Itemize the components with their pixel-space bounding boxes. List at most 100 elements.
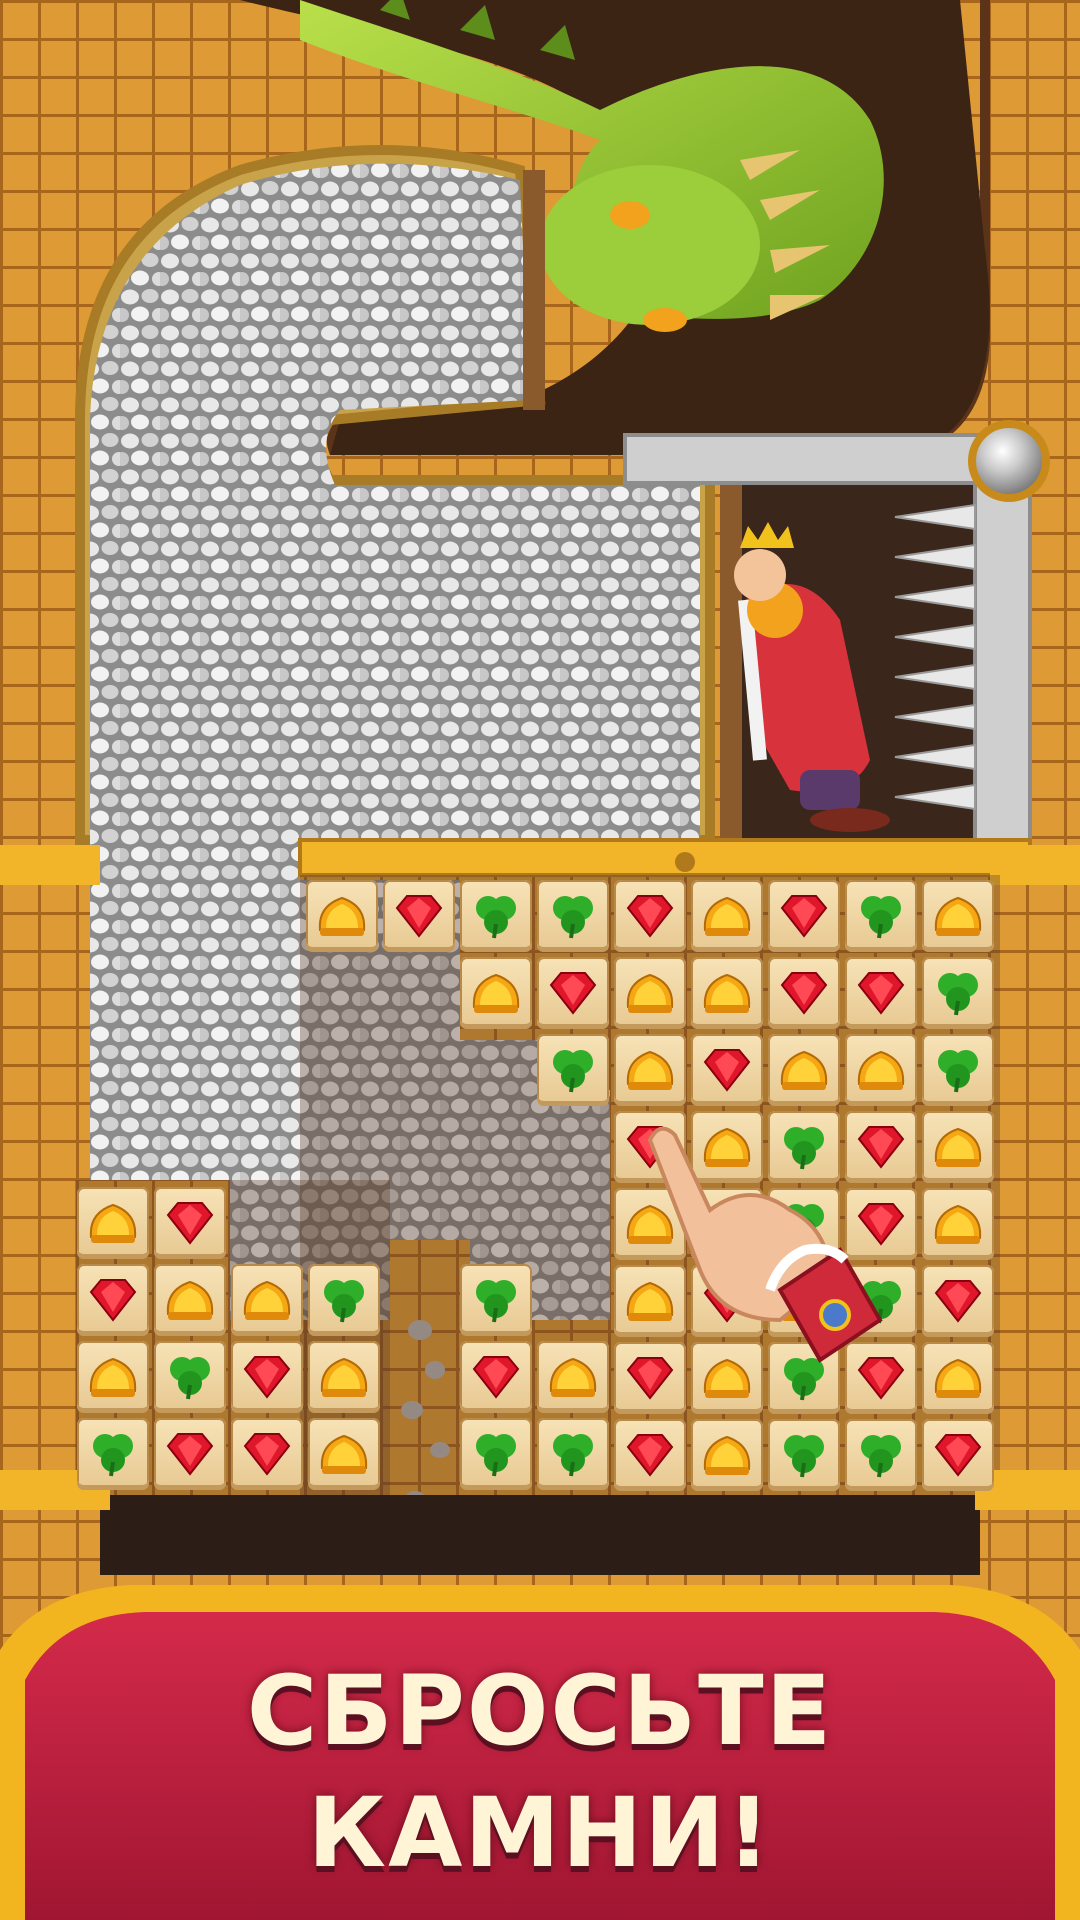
match3-board — [0, 0, 1080, 1920]
board-tile[interactable] — [845, 1034, 917, 1106]
crown-icon — [472, 973, 520, 1013]
middle-board-tile[interactable] — [460, 1341, 532, 1413]
board-tile[interactable] — [691, 880, 763, 952]
left-board-tile[interactable] — [154, 1264, 226, 1336]
clover-icon — [938, 973, 978, 1016]
middle-board-tile[interactable] — [460, 1418, 532, 1490]
ruby-icon — [703, 1049, 751, 1092]
banner-title-line2: КАМНИ! — [307, 1777, 773, 1889]
crown-icon — [934, 1127, 982, 1167]
clover-icon — [784, 1435, 824, 1478]
board-tile[interactable] — [537, 880, 609, 952]
board-tile[interactable] — [922, 957, 994, 1029]
board-tile[interactable] — [460, 880, 532, 952]
crown-icon — [857, 1050, 905, 1090]
board-tile[interactable] — [614, 957, 686, 1029]
ruby-icon — [934, 1280, 982, 1323]
clover-icon — [93, 1434, 133, 1477]
crown-icon — [89, 1203, 137, 1243]
left-board-tile[interactable] — [154, 1341, 226, 1413]
board-tile[interactable] — [768, 957, 840, 1029]
board-tile[interactable] — [922, 1188, 994, 1260]
crown-icon — [243, 1280, 291, 1320]
board-tile[interactable] — [768, 880, 840, 952]
game-scene: СБРОСЬТЕ КАМНИ! — [0, 0, 1080, 1920]
left-board-tile[interactable] — [308, 1264, 380, 1336]
board-tile[interactable] — [460, 957, 532, 1029]
board-tile[interactable] — [922, 1265, 994, 1337]
banner-title-line1: СБРОСЬТЕ — [246, 1655, 834, 1767]
crown-icon — [626, 973, 674, 1013]
board-tile[interactable] — [614, 880, 686, 952]
clover-icon — [476, 1434, 516, 1477]
board-tile[interactable] — [306, 880, 378, 952]
board-tile[interactable] — [768, 1419, 840, 1491]
clover-icon — [553, 1434, 593, 1477]
left-board-tile[interactable] — [77, 1418, 149, 1490]
board-tile[interactable] — [691, 1034, 763, 1106]
left-board-tile[interactable] — [231, 1418, 303, 1490]
ruby-icon — [395, 895, 443, 938]
clover-icon — [476, 1280, 516, 1323]
left-board-tile[interactable] — [231, 1341, 303, 1413]
crown-icon — [780, 1050, 828, 1090]
crown-icon — [703, 1435, 751, 1475]
clover-icon — [861, 896, 901, 939]
middle-board-tile[interactable] — [460, 1264, 532, 1336]
board-tile[interactable] — [845, 1419, 917, 1491]
crown-icon — [934, 1358, 982, 1398]
board-tile[interactable] — [691, 957, 763, 1029]
board-tile[interactable] — [922, 1419, 994, 1491]
ruby-icon — [934, 1434, 982, 1477]
crown-icon — [320, 1434, 368, 1474]
ruby-icon — [166, 1433, 214, 1476]
ruby-icon — [549, 972, 597, 1015]
crown-icon — [166, 1280, 214, 1320]
board-tile[interactable] — [922, 1342, 994, 1414]
clover-icon — [476, 896, 516, 939]
ruby-icon — [626, 1434, 674, 1477]
crown-icon — [934, 896, 982, 936]
left-board-tile[interactable] — [154, 1187, 226, 1259]
clover-icon — [861, 1435, 901, 1478]
middle-board-tile[interactable] — [537, 1418, 609, 1490]
ruby-icon — [780, 972, 828, 1015]
board-tile[interactable] — [537, 1034, 609, 1106]
crown-icon — [320, 1357, 368, 1397]
board-tile[interactable] — [383, 880, 455, 952]
crown-icon — [703, 896, 751, 936]
left-board-tile[interactable] — [77, 1341, 149, 1413]
board-tile[interactable] — [537, 957, 609, 1029]
ruby-icon — [89, 1279, 137, 1322]
board-tile[interactable] — [845, 957, 917, 1029]
left-board-tile[interactable] — [231, 1264, 303, 1336]
ruby-icon — [243, 1356, 291, 1399]
board-tile[interactable] — [922, 1111, 994, 1183]
clover-icon — [324, 1280, 364, 1323]
board-tile[interactable] — [614, 1419, 686, 1491]
middle-board-tile[interactable] — [537, 1341, 609, 1413]
left-board-tile[interactable] — [308, 1418, 380, 1490]
left-board-tile[interactable] — [77, 1264, 149, 1336]
board-tile[interactable] — [691, 1419, 763, 1491]
left-board-tile[interactable] — [77, 1187, 149, 1259]
ruby-icon — [857, 972, 905, 1015]
left-board-tile[interactable] — [308, 1341, 380, 1413]
ruby-icon — [166, 1202, 214, 1245]
ruby-icon — [780, 895, 828, 938]
left-board-tile[interactable] — [154, 1418, 226, 1490]
board-tile[interactable] — [922, 880, 994, 952]
board-tile[interactable] — [768, 1034, 840, 1106]
banner-title: СБРОСЬТЕ КАМНИ! — [0, 1650, 1080, 1894]
board-tile[interactable] — [845, 880, 917, 952]
clover-icon — [170, 1357, 210, 1400]
board-tile[interactable] — [922, 1034, 994, 1106]
clover-icon — [553, 1050, 593, 1093]
ruby-icon — [243, 1433, 291, 1476]
ruby-icon — [626, 895, 674, 938]
board-tile[interactable] — [614, 1034, 686, 1106]
clover-icon — [553, 896, 593, 939]
crown-icon — [89, 1357, 137, 1397]
crown-icon — [318, 896, 366, 936]
crown-icon — [549, 1357, 597, 1397]
